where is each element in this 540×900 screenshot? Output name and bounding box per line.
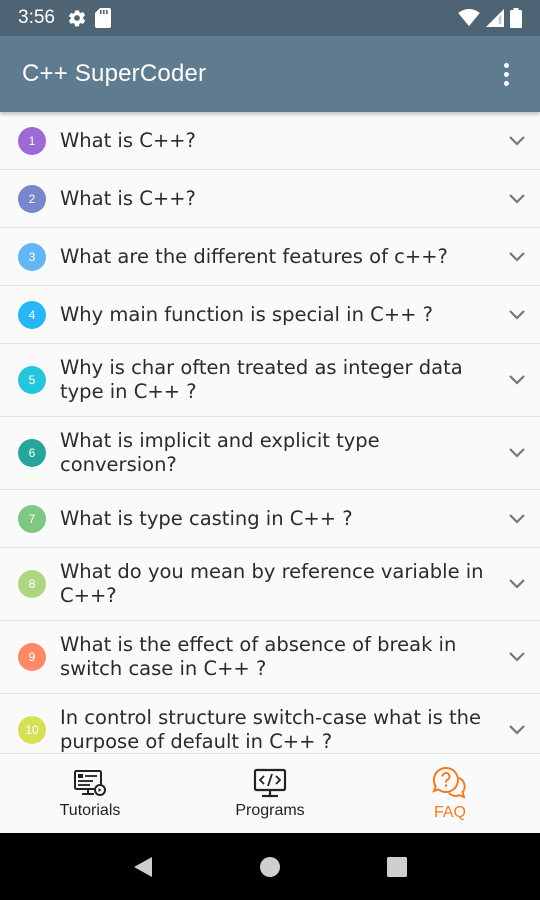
faq-number-badge: 2: [18, 184, 46, 213]
faq-question: What is the effect of absence of break i…: [60, 633, 457, 680]
battery-icon: [510, 8, 522, 28]
programs-icon: [253, 768, 287, 797]
chevron-down-icon[interactable]: [498, 651, 526, 663]
faq-item[interactable]: 1 What is C++?: [0, 112, 540, 170]
tutorials-icon: [74, 769, 106, 796]
nav-faq[interactable]: FAQ: [360, 754, 540, 833]
faq-item[interactable]: 8 What do you mean by reference variable…: [0, 548, 540, 621]
faq-number-badge: 4: [18, 300, 46, 329]
chevron-down-icon[interactable]: [498, 374, 526, 386]
faq-number-badge: 10: [18, 716, 46, 744]
faq-question: What is C++?: [60, 128, 196, 152]
nav-tutorials[interactable]: Tutorials: [0, 754, 180, 833]
faq-item[interactable]: 3 What are the different features of c++…: [0, 228, 540, 286]
wifi-icon: [458, 9, 480, 27]
chevron-down-icon[interactable]: [498, 193, 526, 205]
system-navigation-bar: [0, 833, 540, 900]
chevron-down-icon[interactable]: [498, 251, 526, 263]
faq-number-badge: 5: [18, 366, 46, 394]
faq-question: What is implicit and explicit type conve…: [60, 429, 380, 476]
faq-number-badge: 7: [18, 504, 46, 533]
overflow-menu-icon[interactable]: [494, 54, 518, 94]
home-icon[interactable]: [259, 856, 281, 878]
chevron-down-icon[interactable]: [498, 309, 526, 321]
chevron-down-icon[interactable]: [498, 578, 526, 590]
faq-question: In control structure switch-case what is…: [60, 706, 481, 753]
recents-icon[interactable]: [386, 856, 408, 878]
nav-label-programs: Programs: [235, 801, 305, 819]
faq-item[interactable]: 9 What is the effect of absence of break…: [0, 621, 540, 694]
faq-number-badge: 9: [18, 643, 46, 671]
nav-label-tutorials: Tutorials: [59, 801, 121, 819]
status-time: 3:56: [18, 7, 55, 28]
faq-item[interactable]: 2 What is C++?: [0, 170, 540, 228]
signal-icon: [486, 9, 504, 27]
chevron-down-icon[interactable]: [498, 447, 526, 459]
faq-number-badge: 1: [18, 126, 46, 155]
faq-item[interactable]: 6 What is implicit and explicit type con…: [0, 417, 540, 490]
faq-question: What do you mean by reference variable i…: [60, 560, 484, 607]
nav-programs[interactable]: Programs: [180, 754, 360, 833]
faq-question: What are the different features of c++?: [60, 244, 448, 268]
faq-item[interactable]: 5 Why is char often treated as integer d…: [0, 344, 540, 417]
settings-icon: [68, 10, 86, 27]
app-title: C++ SuperCoder: [22, 60, 207, 87]
chevron-down-icon[interactable]: [498, 513, 526, 525]
bottom-navigation: Tutorials Programs FAQ: [0, 753, 540, 833]
faq-question: Why main function is special in C++ ?: [60, 302, 433, 326]
faq-question: What is C++?: [60, 186, 196, 210]
faq-number-badge: 3: [18, 242, 46, 271]
chevron-down-icon[interactable]: [498, 724, 526, 736]
chevron-down-icon[interactable]: [498, 135, 526, 147]
faq-icon: [432, 766, 466, 799]
faq-item[interactable]: 7 What is type casting in C++ ?: [0, 490, 540, 548]
status-bar: 3:56: [0, 0, 540, 36]
faq-list: 1 What is C++? 2 What is C++? 3 What are…: [0, 112, 540, 753]
faq-number-badge: 8: [18, 570, 46, 598]
faq-item[interactable]: 4 Why main function is special in C++ ?: [0, 286, 540, 344]
faq-question: Why is char often treated as integer dat…: [60, 356, 463, 403]
faq-number-badge: 6: [18, 439, 46, 467]
app-bar: C++ SuperCoder: [0, 36, 540, 112]
nav-label-faq: FAQ: [433, 803, 466, 821]
sd-card-icon: [94, 8, 111, 28]
faq-item[interactable]: 10 In control structure switch-case what…: [0, 694, 540, 753]
faq-question: What is type casting in C++ ?: [60, 506, 353, 530]
back-icon[interactable]: [132, 855, 154, 879]
